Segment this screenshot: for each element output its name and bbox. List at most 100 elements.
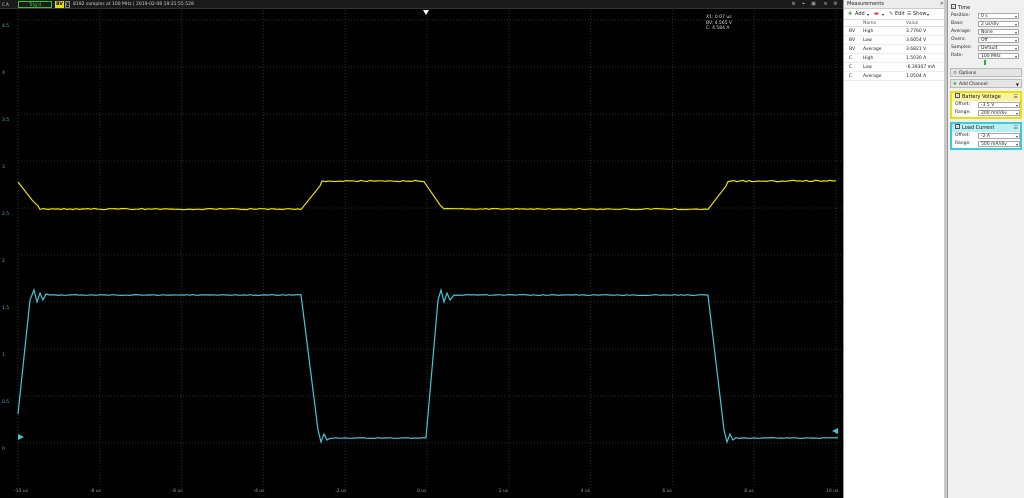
time-samples-row: Samples: Default: [948, 44, 1024, 52]
camera-icon[interactable]: ▣: [810, 1, 817, 8]
bv-channel-menu-icon[interactable]: ☰: [1014, 93, 1018, 101]
bv-offset-input[interactable]: -3.5 V: [978, 102, 1020, 108]
c-range-select[interactable]: 500 mA/div: [978, 141, 1020, 147]
x-tick-label: 0 us: [417, 489, 427, 494]
measurement-value: 3.6821 V: [906, 45, 926, 54]
show-button[interactable]: Show: [913, 9, 927, 20]
y-tick-label: 2: [2, 259, 5, 264]
measurement-channel: BV: [849, 45, 855, 54]
y-tick-label: 1.5: [2, 306, 9, 311]
x-tick-label: -8 us: [90, 489, 101, 494]
time-section-header[interactable]: ✓ Time: [948, 4, 1024, 12]
measurement-row[interactable]: C High 1.5030 A: [844, 54, 947, 63]
measurement-value: -6.39307 mA: [906, 63, 935, 72]
time-oversampling-row: Overs: Off: [948, 36, 1024, 44]
add-measurement-button[interactable]: Add: [855, 9, 865, 20]
time-position-input[interactable]: 0 s: [978, 13, 1019, 19]
cursor-x-value: X1: 0.07 us: [706, 15, 732, 21]
rate-slider[interactable]: [948, 60, 1024, 66]
time-rate-select[interactable]: 100 MHz: [978, 53, 1019, 59]
x-tick-label: -4 us: [253, 489, 264, 494]
bv-channel-header[interactable]: ✓ Battery Voltage ☰: [952, 93, 1020, 101]
edit-button[interactable]: Edit: [895, 9, 905, 20]
x-tick-label: -2 us: [335, 489, 346, 494]
measurements-panel: Measurements ✕ ✚ Add ▾ ▬ ▾ ✎ Edit ☰ Show…: [843, 0, 947, 498]
add-channel-button[interactable]: ✚ Add Channel ▼: [950, 79, 1022, 88]
y-tick-label: 4: [2, 71, 5, 76]
trigger-status-button[interactable]: Trig'd: [18, 1, 52, 8]
x-tick-label: 8 us: [744, 489, 754, 494]
y-tick-label: 0: [2, 447, 5, 452]
y-tick-label: 3: [2, 165, 5, 170]
chevron-down-icon: ▼: [1016, 80, 1019, 89]
c-offset-input[interactable]: -2 A: [978, 133, 1020, 139]
options-button[interactable]: ⚙ Options: [950, 68, 1022, 77]
time-samples-select[interactable]: Default: [978, 45, 1019, 51]
trigger-marker: [423, 10, 429, 15]
x-tick-label: 4 us: [581, 489, 591, 494]
measurements-title: Measurements ✕: [844, 0, 947, 9]
x-tick-label: 2 us: [499, 489, 509, 494]
measurement-value: 3.6054 V: [906, 36, 926, 45]
gear-icon: ⚙: [953, 69, 957, 78]
plus-icon: ✚: [953, 80, 957, 89]
y-tick-label: 3.5: [2, 118, 9, 123]
measurement-row[interactable]: BV High 3.7760 V: [844, 27, 947, 36]
bv-range-select[interactable]: 200 mV/div: [978, 110, 1020, 116]
measurement-value: 3.7760 V: [906, 27, 926, 36]
measurements-toolbar: ✚ Add ▾ ▬ ▾ ✎ Edit ☰ Show ▾: [844, 9, 947, 20]
add-icon[interactable]: ✚: [848, 9, 852, 20]
time-checkbox[interactable]: ✓: [951, 4, 956, 9]
plot-grid: [18, 10, 843, 488]
bv-channel-badge[interactable]: BV: [55, 1, 64, 8]
show-dropdown-icon[interactable]: ▾: [927, 9, 929, 20]
remove-icon[interactable]: ▬: [874, 9, 879, 20]
c-channel-menu-icon[interactable]: ☰: [1014, 124, 1018, 132]
measurement-channel: C: [849, 72, 852, 81]
bv-range-row: Range: 200 mV/div: [952, 109, 1020, 117]
bv-offset-row: Offset: -3.5 V: [952, 101, 1020, 109]
remove-dropdown-icon[interactable]: ▾: [882, 9, 884, 20]
zoom-icon[interactable]: ⊕: [790, 1, 797, 8]
list-icon[interactable]: ≡: [822, 1, 829, 8]
measurement-name: High: [863, 54, 873, 63]
c-channel-badge[interactable]: C: [65, 1, 70, 8]
column-value: Value: [906, 20, 918, 27]
measurement-row[interactable]: C Low -6.39307 mA: [844, 63, 947, 72]
time-average-select[interactable]: None: [978, 29, 1019, 35]
measurement-row[interactable]: BV Average 3.6821 V: [844, 45, 947, 54]
time-base-select[interactable]: 2 us/div: [978, 21, 1019, 27]
edit-icon[interactable]: ✎: [889, 9, 893, 20]
channel-scale-label: C A: [2, 2, 9, 7]
add-dropdown-icon[interactable]: ▾: [867, 9, 869, 20]
scope-plot[interactable]: [0, 10, 843, 488]
c-channel-checkbox[interactable]: ✓: [955, 124, 960, 129]
current-offset-marker: [18, 434, 24, 440]
scope-toolbar: C A Trig'd BV C 8192 samples at 100 MHz …: [0, 0, 843, 9]
measurement-channel: C: [849, 63, 852, 72]
acquisition-status: 8192 samples at 100 MHz | 2019-02-08 19:…: [73, 1, 194, 8]
load-current-trace: [18, 290, 838, 442]
time-rate-row: Rate: 100 MHz: [948, 52, 1024, 60]
c-channel-header[interactable]: ✓ Load Current ☰: [952, 124, 1020, 132]
column-name: Name: [863, 20, 876, 27]
bv-channel-checkbox[interactable]: ✓: [955, 93, 960, 98]
measurement-value: 1.5030 A: [906, 54, 926, 63]
cursor-c-value: C: 4.584 A: [706, 26, 732, 32]
settings-icon[interactable]: ⚙: [832, 1, 839, 8]
cursor-icon[interactable]: ⌖: [800, 1, 807, 8]
c-range-row: Range: 500 mA/div: [952, 140, 1020, 148]
measurement-name: High: [863, 27, 873, 36]
measurement-row[interactable]: BV Low 3.6054 V: [844, 36, 947, 45]
measurement-row[interactable]: C Average 1.0504 A: [844, 72, 947, 81]
settings-panel: ✓Time Position:0 s Base:2 us/div Average…: [947, 0, 1024, 498]
x-tick-label: 10 us: [826, 489, 838, 494]
measurement-value: 1.0504 A: [906, 72, 926, 81]
scope-view[interactable]: C A Trig'd BV C 8192 samples at 100 MHz …: [0, 0, 843, 498]
current-offset-marker-right: [832, 428, 838, 434]
measurement-name: Low: [863, 36, 872, 45]
time-oversampling-select[interactable]: Off: [978, 37, 1019, 43]
measurement-channel: BV: [849, 27, 855, 36]
show-icon[interactable]: ☰: [907, 9, 911, 20]
measurement-name: Average: [863, 45, 881, 54]
